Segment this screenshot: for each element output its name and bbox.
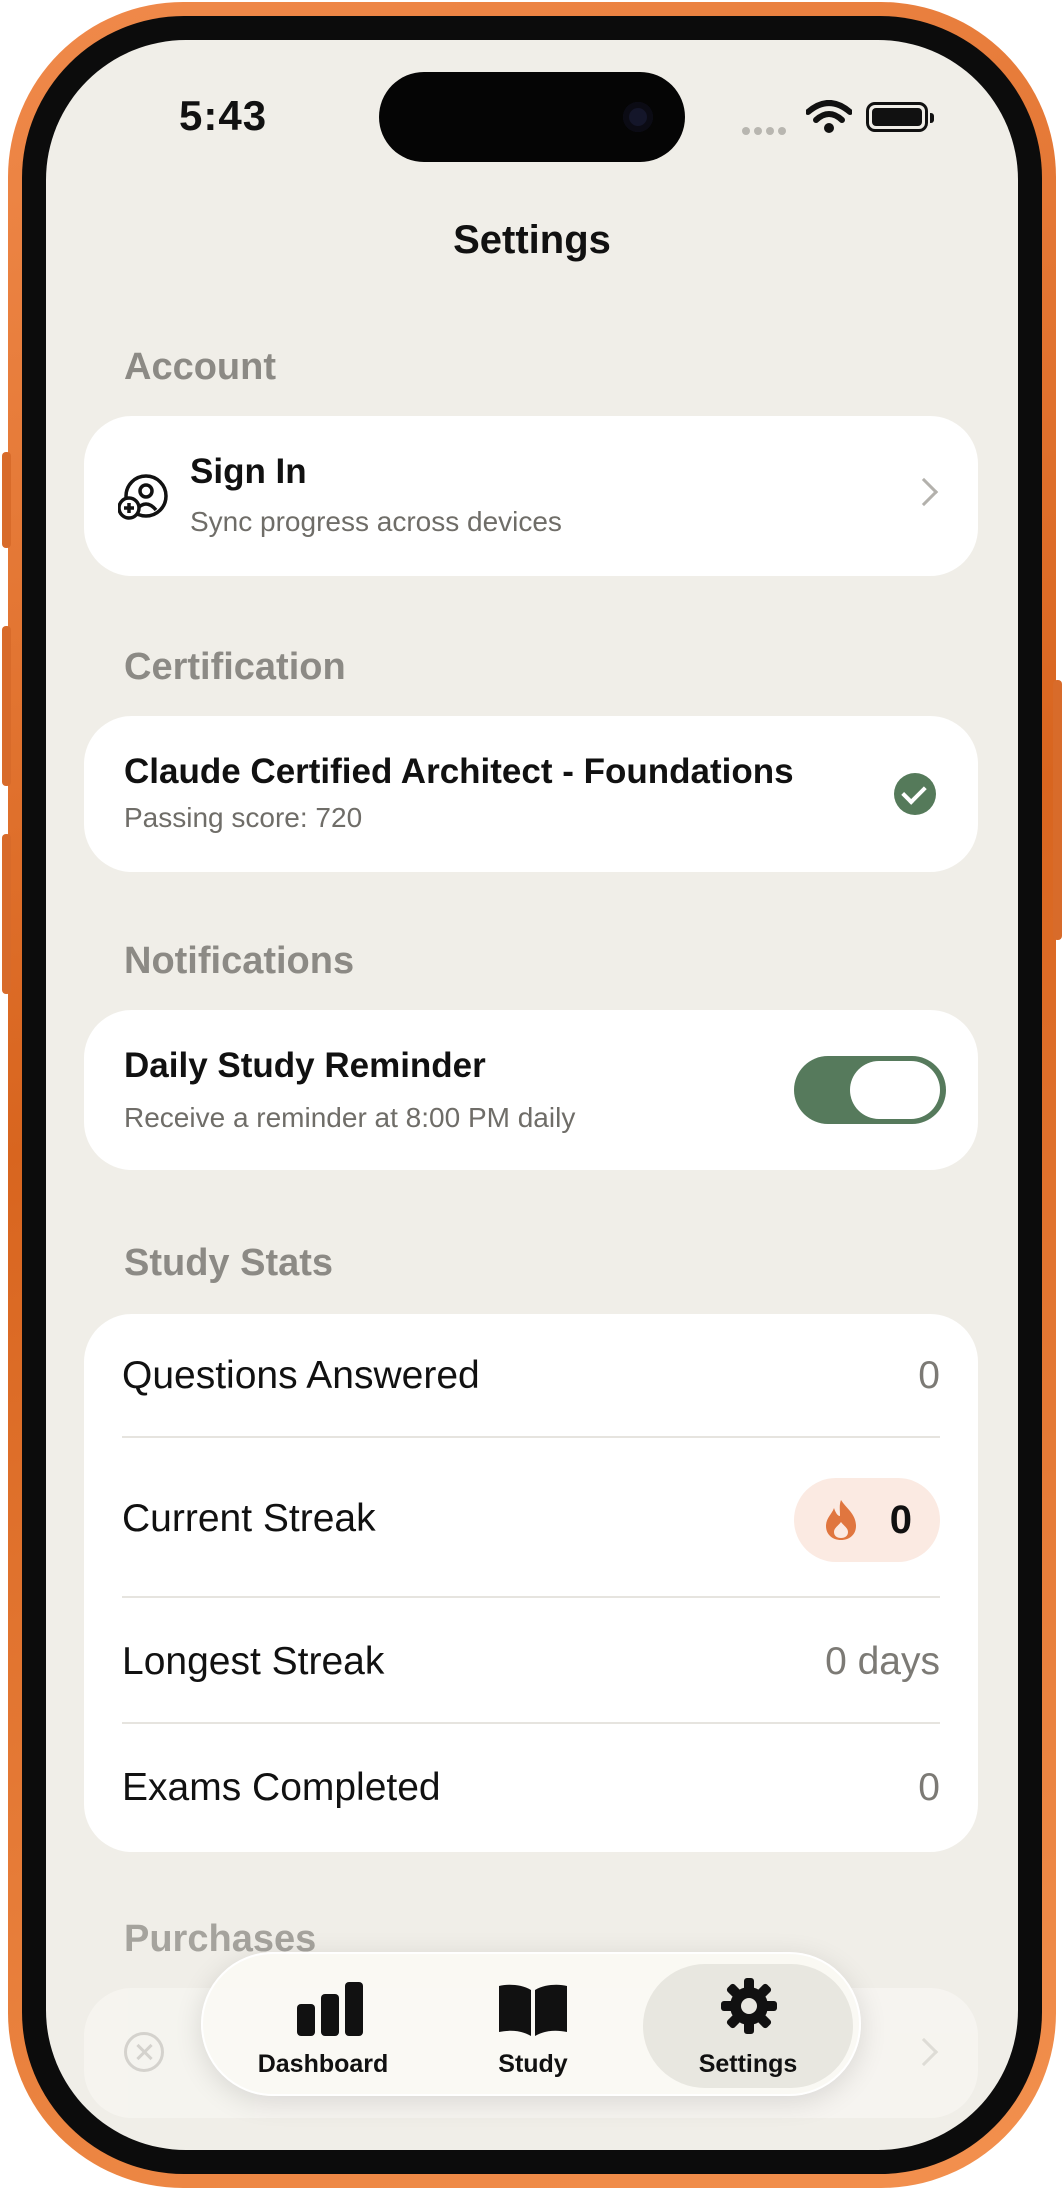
tab-label: Dashboard	[257, 2050, 389, 2078]
section-label-certification: Certification	[124, 646, 346, 688]
divider	[122, 1596, 940, 1598]
checkmark-circle-icon	[894, 773, 936, 815]
section-label-study-stats: Study Stats	[124, 1242, 334, 1284]
chevron-right-icon	[909, 477, 939, 507]
daily-reminder-row: Daily Study Reminder Receive a reminder …	[84, 1010, 978, 1170]
wifi-icon	[806, 100, 852, 133]
stat-row-questions-answered: Questions Answered 0	[122, 1354, 940, 1404]
volume-down-button	[2, 834, 11, 994]
tab-bar: Dashboard Study Settings	[201, 1952, 861, 2096]
sign-in-subtitle: Sync progress across devices	[190, 506, 562, 537]
volume-up-button	[2, 626, 11, 786]
person-add-icon	[118, 474, 168, 520]
divider	[122, 1436, 940, 1438]
cellular-icon	[742, 122, 790, 140]
dynamic-island	[379, 72, 685, 162]
certification-name: Claude Certified Architect - Foundations	[124, 752, 794, 791]
daily-reminder-title: Daily Study Reminder	[124, 1046, 486, 1085]
tab-study[interactable]: Study	[433, 1954, 633, 2098]
action-button	[2, 452, 11, 548]
certification-row[interactable]: Claude Certified Architect - Foundations…	[84, 716, 978, 872]
stat-row-exams-completed: Exams Completed 0	[122, 1766, 940, 1816]
flame-icon	[826, 1500, 856, 1540]
stat-row-longest-streak: Longest Streak 0 days	[122, 1640, 940, 1690]
sign-in-title: Sign In	[190, 452, 307, 491]
stat-label: Exams Completed	[122, 1766, 441, 1809]
daily-reminder-subtitle: Receive a reminder at 8:00 PM daily	[124, 1102, 576, 1133]
stat-value: 0	[918, 1766, 940, 1809]
streak-value: 0	[889, 1498, 912, 1542]
stat-label: Current Streak	[122, 1497, 376, 1540]
certification-passing-score: Passing score: 720	[124, 802, 363, 833]
tab-label: Settings	[698, 2050, 798, 2078]
section-label-account: Account	[124, 346, 276, 388]
chevron-right-icon	[909, 2037, 939, 2067]
tab-dashboard[interactable]: Dashboard	[223, 1954, 423, 2098]
tab-label: Study	[498, 2050, 568, 2078]
battery-icon	[866, 102, 934, 132]
status-time: 5:43	[179, 92, 268, 139]
study-stats-card: Questions Answered 0 Current Streak 0 Lo…	[84, 1314, 978, 1852]
gear-icon	[721, 1978, 777, 2034]
page-title: Settings	[453, 218, 611, 262]
streak-badge: 0	[794, 1478, 940, 1562]
power-button	[1053, 680, 1062, 940]
stat-label: Questions Answered	[122, 1354, 480, 1397]
stat-value: 0	[918, 1354, 940, 1397]
screen: 5:43 Settings Account Sign In Sync progr…	[46, 40, 1018, 2150]
stat-value: 0 days	[825, 1640, 940, 1683]
toggle-knob	[850, 1061, 940, 1119]
status-bar: 5:43	[46, 40, 1018, 190]
stat-label: Longest Streak	[122, 1640, 385, 1683]
camera-icon	[623, 102, 653, 132]
daily-reminder-toggle[interactable]	[794, 1056, 946, 1124]
sign-in-row[interactable]: Sign In Sync progress across devices	[84, 416, 978, 576]
section-label-notifications: Notifications	[124, 940, 355, 982]
tab-settings[interactable]: Settings	[648, 1954, 848, 2098]
x-circle-icon	[124, 2032, 164, 2072]
divider	[122, 1722, 940, 1724]
bar-chart-icon	[297, 1982, 363, 2036]
book-icon	[499, 1984, 567, 2036]
